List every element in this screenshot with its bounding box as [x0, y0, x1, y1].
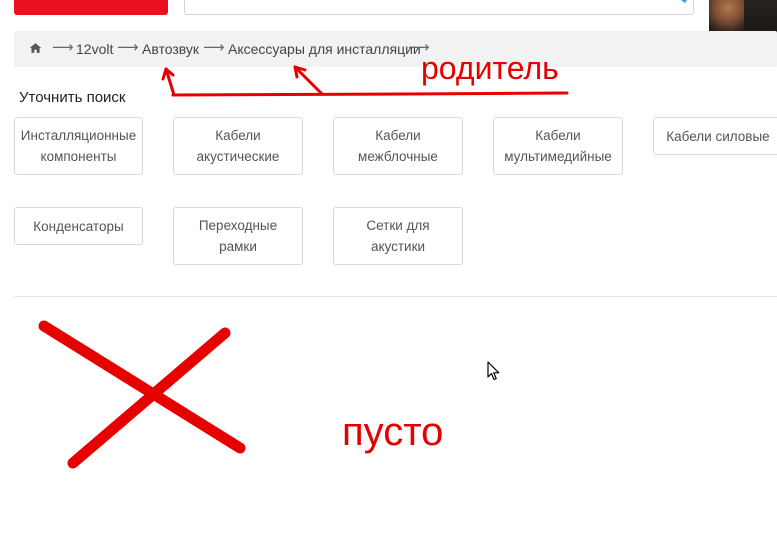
annotation-empty-note: пусто — [342, 410, 444, 454]
refine-search-title: Уточнить поиск — [19, 89, 126, 106]
breadcrumb-separator: ⟶ — [408, 39, 430, 56]
search-icon[interactable] — [675, 0, 691, 3]
chip-speaker-grilles[interactable]: Сетки для акустики — [333, 207, 463, 265]
chip-power-cables[interactable]: Кабели силовые — [653, 117, 777, 155]
breadcrumb-separator: ⟶ — [52, 39, 74, 56]
chip-installation-components[interactable]: Инсталляционные компоненты — [14, 117, 143, 175]
page: ⟶ 12volt ⟶ Автозвук ⟶ Аксессуары для инс… — [0, 0, 777, 536]
chip-capacitors[interactable]: Конденсаторы — [14, 207, 143, 245]
chip-interconnect-cables[interactable]: Кабели межблочные — [333, 117, 463, 175]
home-icon[interactable] — [29, 42, 42, 54]
chip-adapter-frames[interactable]: Переходные рамки — [173, 207, 303, 265]
breadcrumb-separator: ⟶ — [117, 39, 139, 56]
breadcrumb: ⟶ 12volt ⟶ Автозвук ⟶ Аксессуары для инс… — [14, 31, 777, 67]
annotation-layer: родитель пусто — [0, 0, 777, 536]
chip-multimedia-cables[interactable]: Кабели мультимедийные — [493, 117, 623, 175]
annotation-drawing — [38, 65, 569, 469]
cursor-icon — [487, 361, 500, 381]
header-search-field[interactable] — [184, 0, 694, 15]
breadcrumb-separator: ⟶ — [203, 39, 225, 56]
content-divider — [14, 296, 777, 297]
breadcrumb-item-12volt[interactable]: 12volt — [76, 41, 113, 57]
breadcrumb-item-avtozvuk[interactable]: Автозвук — [142, 41, 199, 57]
header-red-button[interactable] — [14, 0, 168, 15]
chip-acoustic-cables[interactable]: Кабели акустические — [173, 117, 303, 175]
parent-arrows-annotation — [161, 65, 569, 97]
breadcrumb-item-accessories[interactable]: Аксессуары для инсталляции — [228, 41, 421, 57]
cross-mark-annotation — [38, 320, 246, 469]
